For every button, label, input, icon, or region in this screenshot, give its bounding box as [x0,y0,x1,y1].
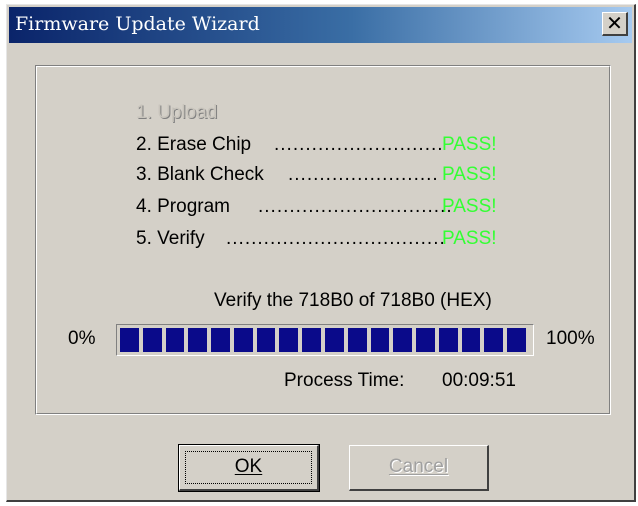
progress-block [279,328,299,352]
process-time-label: Process Time: [284,370,405,391]
progress-group-box: 1. Upload 2. Erase Chip ................… [35,65,611,415]
status-message: Verify the 718B0 of 718B0 (HEX) [214,290,492,311]
step-verify-dots: ................................... [226,228,446,249]
progress-block [256,328,276,352]
progress-bar [116,324,534,356]
progress-block [416,328,435,352]
step-blank-check-result: PASS! [442,164,497,185]
progress-block [211,328,230,352]
step-blank-check: 3. Blank Check [136,164,264,185]
progress-block [461,328,481,352]
cancel-button-label: Cancel [388,456,449,477]
step-program-result: PASS! [442,196,497,217]
step-erase-chip: 2. Erase Chip [136,134,252,155]
cancel-button: Cancel [349,445,489,491]
progress-block [188,328,208,352]
ok-button-label: OK [234,456,263,477]
progress-block [120,328,139,352]
progress-fill [120,328,530,352]
progress-block [438,328,458,352]
process-time-value: 00:09:51 [442,370,516,391]
step-upload: 1. Upload [136,102,218,123]
step-program-dots: ............................... [258,196,453,217]
title-bar[interactable]: Firmware Update Wizard ✕ [9,7,632,43]
progress-block [142,328,162,352]
progress-block [370,328,390,352]
progress-block [347,328,367,352]
firmware-update-dialog: Firmware Update Wizard ✕ 1. Upload 2. Er… [6,4,636,502]
step-verify-result: PASS! [442,228,497,249]
step-erase-chip-dots: ........................... [274,134,444,155]
progress-block [302,328,321,352]
close-icon[interactable]: ✕ [602,12,628,36]
progress-block [233,328,253,352]
progress-max-label: 100% [546,328,595,349]
window-title: Firmware Update Wizard [15,13,260,35]
progress-block [484,328,504,352]
progress-block [507,328,526,352]
step-verify: 5. Verify [136,228,205,249]
progress-block [165,328,185,352]
step-program: 4. Program [136,196,230,217]
step-erase-chip-result: PASS! [442,134,497,155]
progress-block [393,328,413,352]
step-blank-check-dots: ........................ [288,164,439,185]
progress-block [325,328,344,352]
ok-button[interactable]: OK [178,444,320,492]
progress-min-label: 0% [68,328,96,349]
